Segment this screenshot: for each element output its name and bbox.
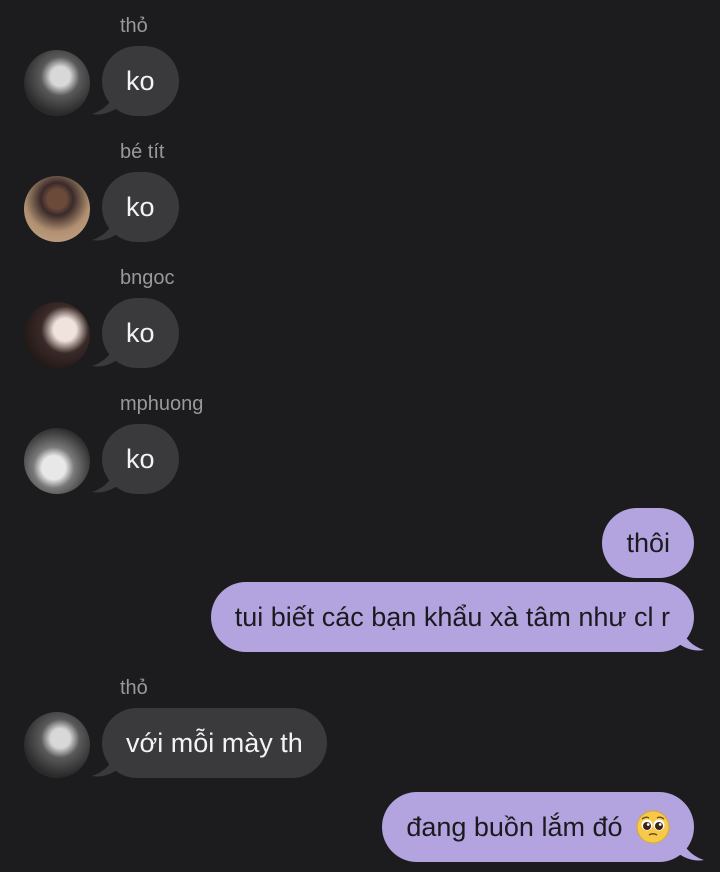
sender-name: mphuong: [120, 393, 204, 415]
outgoing-message-bubble[interactable]: thôi: [602, 508, 694, 578]
outgoing-message-bubble[interactable]: tui biết các bạn khẩu xà tâm như cl r: [210, 582, 694, 652]
avatar-mphuong[interactable]: [24, 428, 90, 494]
avatar-tho[interactable]: [24, 712, 90, 778]
sender-name: thỏ: [120, 15, 148, 37]
outgoing-message-bubble[interactable]: đang buồn lắm đó: [382, 792, 694, 862]
incoming-message-bubble[interactable]: ko: [102, 172, 179, 242]
message-text: đang buồn lắm đó: [406, 812, 623, 842]
pleading-face-emoji: [636, 810, 670, 844]
sender-name: thỏ: [120, 677, 148, 699]
avatar-be-tit[interactable]: [24, 176, 90, 242]
avatar-bngoc[interactable]: [24, 302, 90, 368]
incoming-message-bubble[interactable]: ko: [102, 298, 179, 368]
incoming-message-bubble[interactable]: ko: [102, 424, 179, 494]
sender-name: bé tít: [120, 141, 165, 163]
incoming-message-bubble[interactable]: ko: [102, 46, 179, 116]
sender-name: bngoc: [120, 267, 175, 289]
avatar-tho[interactable]: [24, 50, 90, 116]
incoming-message-bubble[interactable]: với mỗi mày th: [102, 708, 327, 778]
